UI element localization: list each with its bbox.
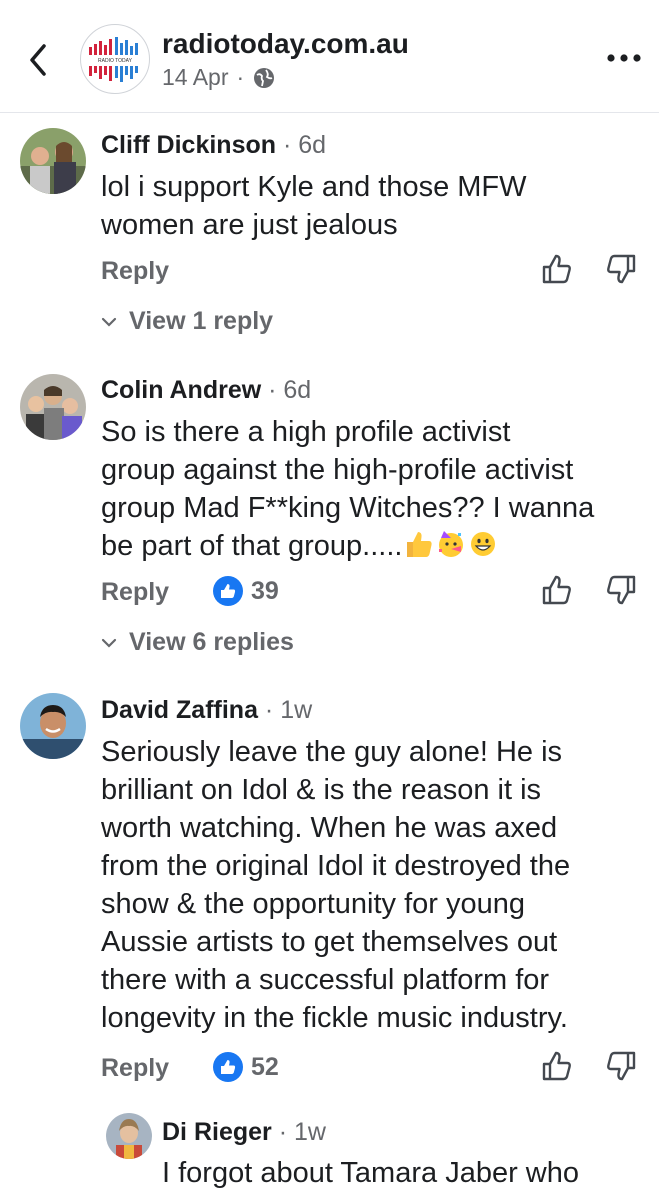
- comment-text-line: group Mad F**king Witches?? I wanna: [101, 492, 595, 524]
- reaction-summary[interactable]: 52: [213, 1052, 279, 1082]
- party-face-emoji: [439, 531, 464, 557]
- more-icon: [607, 54, 641, 62]
- comment-author[interactable]: Colin Andrew: [101, 376, 261, 404]
- post-date: 14 Apr: [162, 64, 229, 90]
- like-badge-icon: [213, 1052, 243, 1082]
- comment-text-line: women are just jealous: [101, 209, 398, 241]
- comment-age: 6d: [298, 131, 327, 159]
- more-options-button[interactable]: [604, 48, 644, 68]
- thumbs-up-outline-icon: [542, 575, 571, 605]
- thumbs-down-outline-icon: [607, 254, 636, 284]
- chevron-down-icon: [101, 317, 117, 327]
- avatar[interactable]: [20, 374, 86, 440]
- post-header: RADIO TODAY radiotoday.com.au 14 Apr ·: [0, 0, 659, 113]
- comment-text-segment: be part of that group.....: [101, 530, 403, 562]
- thumbs-down-outline-icon: [607, 1051, 636, 1081]
- comment-text-line: I forgot about Tamara Jaber who: [162, 1157, 579, 1189]
- thumbs-up-icon: [221, 1060, 236, 1074]
- upvote-button[interactable]: [540, 252, 574, 286]
- comment-age: 1w: [293, 1118, 326, 1146]
- comment-text: So is there a high profile activist grou…: [101, 413, 594, 565]
- like-count: 39: [251, 576, 279, 605]
- comment-text-line: worth watching. When he was axed: [101, 812, 558, 844]
- page-avatar[interactable]: RADIO TODAY: [80, 24, 150, 94]
- upvote-button[interactable]: [540, 573, 574, 607]
- avatar[interactable]: [20, 128, 86, 194]
- comment-text: Seriously leave the guy alone! He is bri…: [101, 733, 570, 1037]
- comment-author[interactable]: Cliff Dickinson: [101, 131, 276, 159]
- chevron-down-icon: [101, 638, 117, 648]
- comment-text-line: there with a successful platform for: [101, 964, 550, 996]
- comment-age: 6d: [283, 376, 312, 404]
- avatar-photo: [20, 374, 86, 440]
- comment-text-line: lol i support Kyle and those MFW: [101, 171, 527, 203]
- avatar[interactable]: [20, 693, 86, 759]
- page-name[interactable]: radiotoday.com.au: [162, 28, 409, 60]
- view-replies-button[interactable]: View 1 reply: [101, 307, 273, 336]
- logo-text: RADIO TODAY: [98, 58, 133, 64]
- back-icon: [30, 44, 46, 76]
- avatar[interactable]: [106, 1113, 152, 1159]
- comment-author[interactable]: Di Rieger: [162, 1118, 272, 1146]
- thumbs-down-outline-icon: [607, 575, 636, 605]
- view-replies-label: View 1 reply: [129, 307, 274, 335]
- radiotoday-logo: RADIO TODAY: [89, 37, 138, 82]
- comment-author[interactable]: David Zaffina: [101, 696, 258, 724]
- comment-text: lol i support Kyle and those MFW women a…: [101, 168, 527, 244]
- thumbs-up-outline-icon: [542, 1051, 571, 1081]
- back-button[interactable]: [22, 38, 58, 82]
- comment-text-line: So is there a high profile activist: [101, 416, 511, 448]
- comment-text-line: brilliant on Idol & is the reason it is: [101, 774, 542, 806]
- meta-separator: ·: [236, 64, 245, 90]
- avatar-photo: [106, 1113, 152, 1159]
- comment-text-line: group against the high-profile activist: [101, 454, 574, 486]
- comment-text-line: Seriously leave the guy alone! He is: [101, 736, 563, 768]
- grinning-face-emoji: [471, 532, 496, 556]
- like-count: 52: [251, 1052, 279, 1081]
- comment-text-line: Aussie artists to get themselves out: [101, 926, 558, 958]
- comment-text-line: show & the opportunity for young: [101, 888, 525, 920]
- downvote-button[interactable]: [604, 573, 638, 607]
- avatar-photo: [20, 693, 86, 759]
- downvote-button[interactable]: [604, 252, 638, 286]
- comment-age: 1w: [280, 696, 313, 724]
- globe-icon: [254, 67, 275, 88]
- downvote-button[interactable]: [604, 1049, 638, 1083]
- thumbs-up-icon: [221, 584, 236, 598]
- thumbs-up-outline-icon: [542, 254, 571, 284]
- post-meta: 14 Apr ·: [162, 64, 276, 91]
- reply-button[interactable]: Reply: [101, 257, 169, 286]
- comment-text-line: from the original Idol it destroyed the: [101, 850, 571, 882]
- reply-button[interactable]: Reply: [101, 1054, 169, 1083]
- view-replies-label: View 6 replies: [129, 628, 294, 656]
- comment-text: I forgot about Tamara Jaber who: [162, 1154, 579, 1192]
- avatar-photo: [20, 128, 86, 194]
- reply-button[interactable]: Reply: [101, 578, 169, 607]
- reaction-summary[interactable]: 39: [213, 576, 279, 606]
- view-replies-button[interactable]: View 6 replies: [101, 628, 294, 657]
- like-badge-icon: [213, 576, 243, 606]
- upvote-button[interactable]: [540, 1049, 574, 1083]
- comment-text-line: be part of that group.....: [101, 527, 594, 565]
- thumbs-up-emoji: [407, 532, 433, 557]
- comment-text-line: longevity in the fickle music industry.: [101, 1002, 568, 1034]
